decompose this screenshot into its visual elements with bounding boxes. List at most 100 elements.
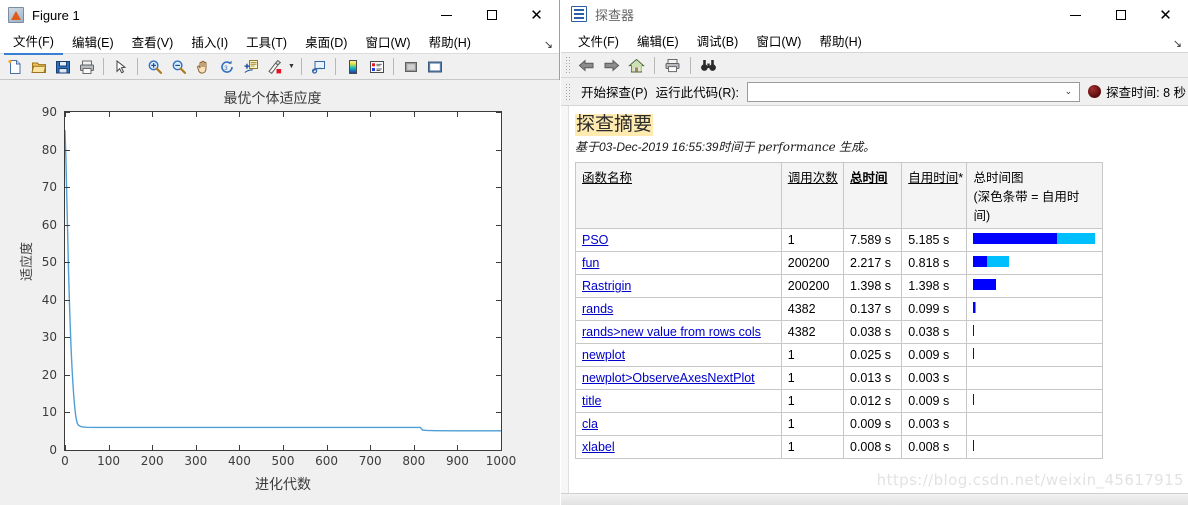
function-link[interactable]: Rastrigin: [582, 279, 631, 293]
profiler-menu-window[interactable]: 窗口(W): [747, 28, 810, 53]
x-tick-mark: [370, 445, 372, 450]
menu-window[interactable]: 窗口(W): [356, 29, 419, 54]
x-tick-mark: [239, 445, 241, 450]
function-link[interactable]: newplot: [582, 348, 625, 362]
table-row: newplot>ObserveAxesNextPlot 1 0.013 s 0.003…: [575, 365, 1103, 390]
rotate-3d-icon[interactable]: 3: [215, 56, 238, 78]
toolbar-separator: [301, 58, 302, 75]
function-link[interactable]: PSO: [582, 233, 608, 247]
menu-edit[interactable]: 编辑(E): [63, 29, 123, 54]
profiler-menu-edit[interactable]: 编辑(E): [628, 28, 688, 53]
time-bar: [973, 301, 1096, 313]
time-bar: [973, 232, 1096, 244]
x-tick-mark: [326, 445, 328, 450]
profiler-close-button[interactable]: ✕: [1143, 0, 1188, 30]
print-icon[interactable]: [661, 54, 684, 76]
function-link[interactable]: xlabel: [582, 440, 615, 454]
header-total-time[interactable]: 总时间: [842, 161, 903, 229]
profiler-document-icon: [571, 6, 587, 22]
cell-time-plot: [966, 388, 1103, 413]
function-link[interactable]: newplot>ObserveAxesNextPlot: [582, 371, 755, 385]
function-link[interactable]: title: [582, 394, 601, 408]
profiler-minimize-button[interactable]: [1053, 0, 1098, 30]
menu-file[interactable]: 文件(F): [4, 28, 63, 55]
x-tick-mark: [501, 112, 502, 117]
legend-icon[interactable]: [365, 56, 388, 78]
x-tick-label: 700: [358, 454, 382, 468]
print-figure-icon[interactable]: [75, 56, 98, 78]
fitness-line: [64, 130, 501, 432]
profile-time-indicator: 探查时间: 8 秒: [1088, 82, 1188, 101]
runbar-grip[interactable]: [565, 82, 570, 101]
menu-tools[interactable]: 工具(T): [237, 29, 296, 54]
pointer-icon[interactable]: [109, 56, 132, 78]
profiler-maximize-button[interactable]: [1098, 0, 1143, 30]
summary-heading: 探查摘要: [575, 113, 654, 136]
home-icon[interactable]: [625, 54, 648, 76]
figure-close-button[interactable]: ✕: [514, 0, 559, 30]
profiler-menu-file[interactable]: 文件(F): [569, 28, 628, 53]
brush-icon[interactable]: [263, 56, 286, 78]
menu-view[interactable]: 查看(V): [123, 29, 183, 54]
profiler-menu-help[interactable]: 帮助(H): [810, 28, 870, 53]
menu-help[interactable]: 帮助(H): [420, 29, 480, 54]
y-tick-mark: [65, 450, 70, 451]
start-profiling-button[interactable]: 开始探查(P): [581, 82, 648, 101]
zoom-in-icon[interactable]: [143, 56, 166, 78]
cell-total-time: 2.217 s: [842, 250, 903, 275]
new-figure-icon[interactable]: [3, 56, 26, 78]
run-code-input[interactable]: ⌄: [747, 81, 1081, 102]
x-tick-mark: [370, 112, 372, 117]
cell-total-time: 0.008 s: [842, 434, 903, 459]
menu-desktop[interactable]: 桌面(D): [296, 29, 356, 54]
header-function-name[interactable]: 函数名称: [575, 161, 782, 229]
cell-calls: 1: [780, 388, 845, 413]
brush-dropdown-caret[interactable]: ▼: [287, 56, 296, 78]
function-link[interactable]: rands: [582, 302, 613, 316]
cell-function-name: newplot: [575, 342, 782, 367]
profile-table-body: PSO 1 7.589 s 5.185 s fun 200200 2.217 s 0.818 …: [575, 227, 1103, 459]
cell-self-time: 0.099 s: [901, 296, 968, 321]
y-tick-mark: [65, 299, 70, 301]
menu-expand-icon[interactable]: ↘: [544, 38, 553, 51]
figure-minimize-button[interactable]: [424, 0, 469, 30]
time-bar: [973, 278, 1096, 290]
profiler-menu-expand-icon[interactable]: ↘: [1173, 37, 1182, 50]
find-binoculars-icon[interactable]: [697, 54, 720, 76]
profiler-menu-debug[interactable]: 调试(B): [688, 28, 748, 53]
cell-function-name: Rastrigin: [575, 273, 782, 298]
hide-plot-tools-icon[interactable]: [399, 56, 422, 78]
save-figure-icon[interactable]: [51, 56, 74, 78]
pan-icon[interactable]: [191, 56, 214, 78]
open-file-icon[interactable]: [27, 56, 50, 78]
toolbar-separator: [690, 56, 691, 74]
y-tick-mark: [496, 224, 501, 226]
toolbar-grip[interactable]: [565, 56, 570, 74]
bar-total-segment: [975, 301, 976, 313]
show-plot-tools-icon[interactable]: [423, 56, 446, 78]
cell-time-plot: [966, 296, 1103, 321]
y-tick-label: 80: [41, 142, 57, 157]
figure-maximize-button[interactable]: [469, 0, 514, 30]
zoom-out-icon[interactable]: [167, 56, 190, 78]
maximize-icon: [1115, 10, 1126, 20]
colorbar-icon[interactable]: [341, 56, 364, 78]
x-tick-mark: [501, 445, 502, 450]
function-link[interactable]: fun: [582, 256, 599, 270]
header-self-time[interactable]: 自用时间*: [901, 161, 968, 229]
data-cursor-icon[interactable]: [239, 56, 262, 78]
back-arrow-icon[interactable]: [575, 54, 598, 76]
x-tick-mark: [283, 445, 284, 450]
y-tick-mark: [65, 262, 70, 264]
function-link[interactable]: cla: [582, 417, 598, 431]
forward-arrow-icon[interactable]: [600, 54, 623, 76]
cell-calls: 1: [780, 365, 845, 390]
function-link[interactable]: rands>new value from rows cols: [582, 325, 761, 339]
x-tick-mark: [239, 112, 241, 117]
figure-toolbar: 3 ▼: [0, 54, 559, 80]
link-plot-icon[interactable]: [307, 56, 330, 78]
header-calls[interactable]: 调用次数: [780, 161, 845, 229]
chevron-down-icon[interactable]: ⌄: [1065, 86, 1080, 97]
menu-insert[interactable]: 插入(I): [182, 29, 237, 54]
cell-time-plot: [966, 365, 1103, 390]
